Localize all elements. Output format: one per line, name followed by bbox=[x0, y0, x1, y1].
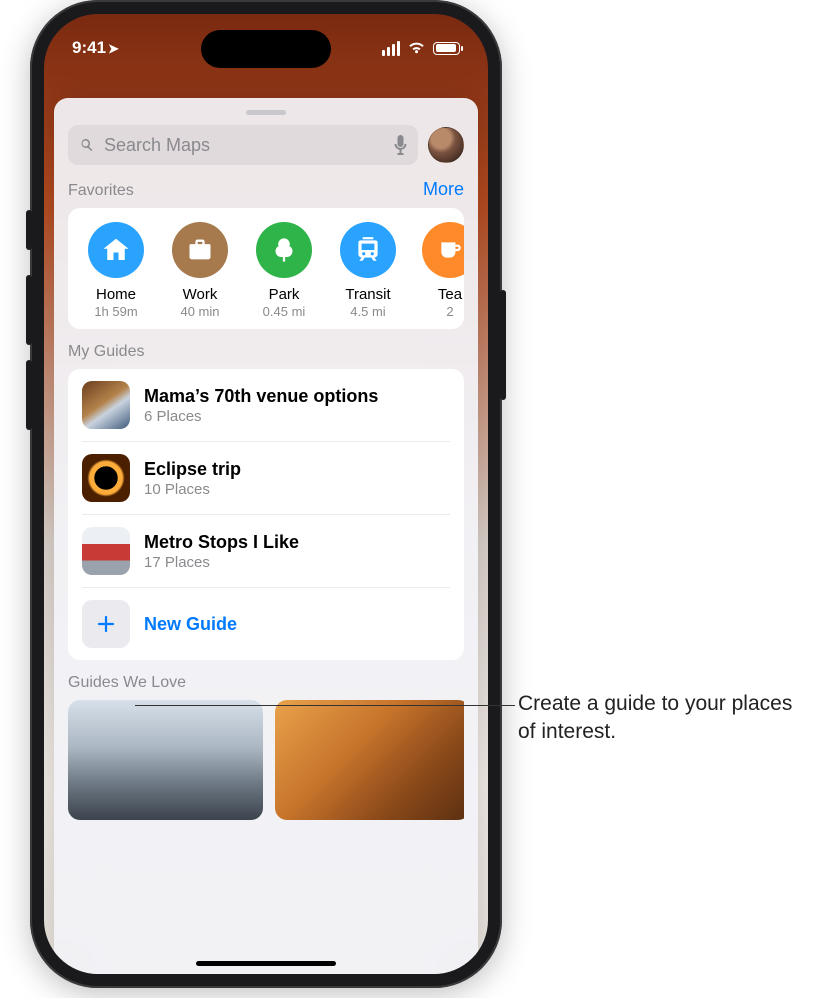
location-arrow-icon: ➤ bbox=[108, 41, 119, 56]
my-guides-section: My Guides Mama’s 70th venue options 6 Pl… bbox=[54, 329, 478, 660]
guide-item[interactable]: Metro Stops I Like 17 Places bbox=[82, 515, 450, 588]
new-guide-button[interactable]: New Guide bbox=[82, 588, 450, 660]
favorite-sub: 1h 59m bbox=[94, 304, 137, 319]
favorite-sub: 0.45 mi bbox=[263, 304, 306, 319]
search-icon bbox=[78, 136, 96, 154]
guide-thumb bbox=[82, 527, 130, 575]
favorite-tea[interactable]: Tea 2 bbox=[408, 222, 464, 319]
favorite-park[interactable]: Park 0.45 mi bbox=[242, 222, 326, 319]
phone-frame: 9:41➤ Search Maps bbox=[30, 0, 502, 988]
home-indicator[interactable] bbox=[196, 961, 336, 966]
favorite-name: Home bbox=[96, 286, 136, 303]
callout-leader bbox=[135, 705, 515, 706]
plus-icon bbox=[94, 612, 118, 636]
guide-sub: 10 Places bbox=[144, 481, 241, 498]
guides-we-love-title: Guides We Love bbox=[68, 674, 186, 692]
favorite-name: Park bbox=[269, 286, 300, 303]
guide-title: Metro Stops I Like bbox=[144, 532, 299, 553]
guide-sub: 6 Places bbox=[144, 408, 378, 425]
my-guides-title: My Guides bbox=[68, 343, 144, 361]
search-input[interactable]: Search Maps bbox=[68, 125, 418, 165]
briefcase-icon bbox=[186, 236, 214, 264]
side-button-vol-down bbox=[26, 360, 32, 430]
guide-sub: 17 Places bbox=[144, 554, 299, 571]
battery-icon bbox=[433, 42, 460, 55]
screen: 9:41➤ Search Maps bbox=[44, 14, 488, 974]
favorite-sub: 40 min bbox=[180, 304, 219, 319]
my-guides-card: Mama’s 70th venue options 6 Places Eclip… bbox=[68, 369, 464, 660]
favorites-section: Favorites More Home bbox=[54, 165, 478, 329]
favorite-transit[interactable]: Transit 4.5 mi bbox=[326, 222, 410, 319]
favorite-sub: 2 bbox=[446, 304, 453, 319]
avatar[interactable] bbox=[428, 127, 464, 163]
guide-item[interactable]: Eclipse trip 10 Places bbox=[82, 442, 450, 515]
maps-search-card: Search Maps Favorites More bbox=[54, 98, 478, 974]
search-placeholder: Search Maps bbox=[104, 135, 385, 156]
microphone-icon[interactable] bbox=[393, 135, 408, 155]
status-time-text: 9:41 bbox=[72, 38, 106, 57]
guide-thumb bbox=[82, 454, 130, 502]
house-icon bbox=[101, 235, 131, 265]
guides-we-love-card[interactable] bbox=[275, 700, 464, 820]
side-button-silent bbox=[26, 210, 32, 250]
favorite-name: Work bbox=[183, 286, 218, 303]
tram-icon bbox=[355, 235, 381, 265]
callout-text: Create a guide to your places of interes… bbox=[518, 690, 798, 747]
guide-item[interactable]: Mama’s 70th venue options 6 Places bbox=[82, 369, 450, 442]
favorites-title: Favorites bbox=[68, 182, 134, 200]
status-time: 9:41➤ bbox=[72, 38, 119, 58]
side-button-vol-up bbox=[26, 275, 32, 345]
tree-icon bbox=[270, 236, 298, 264]
favorite-sub: 4.5 mi bbox=[350, 304, 385, 319]
favorite-name: Transit bbox=[345, 286, 390, 303]
favorite-work[interactable]: Work 40 min bbox=[158, 222, 242, 319]
guide-title: Eclipse trip bbox=[144, 459, 241, 480]
side-button-power bbox=[500, 290, 506, 400]
favorites-more-link[interactable]: More bbox=[423, 179, 464, 200]
wifi-icon bbox=[407, 41, 426, 55]
favorite-home[interactable]: Home 1h 59m bbox=[74, 222, 158, 319]
cup-icon bbox=[437, 237, 463, 263]
favorite-name: Tea bbox=[438, 286, 462, 303]
guides-we-love-section: Guides We Love bbox=[54, 660, 478, 840]
guide-thumb bbox=[82, 381, 130, 429]
cell-signal-icon bbox=[382, 41, 400, 56]
guides-we-love-card[interactable] bbox=[68, 700, 263, 820]
grabber-handle[interactable] bbox=[246, 110, 286, 115]
dynamic-island bbox=[201, 30, 331, 68]
guide-title: Mama’s 70th venue options bbox=[144, 386, 378, 407]
favorites-card: Home 1h 59m Work 40 min bbox=[68, 208, 464, 329]
new-guide-label: New Guide bbox=[144, 614, 237, 635]
